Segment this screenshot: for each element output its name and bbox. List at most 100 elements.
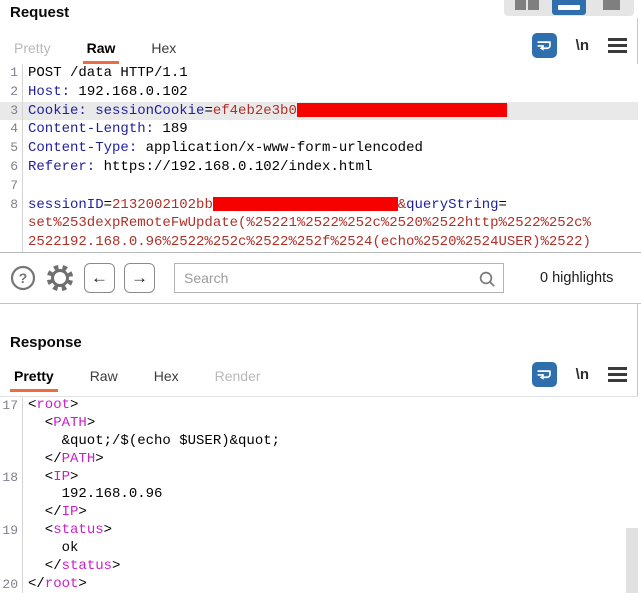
help-icon[interactable]: ?: [10, 265, 36, 291]
code-text: </: [28, 576, 45, 592]
code-line[interactable]: 19 <status>: [0, 522, 638, 540]
code-line[interactable]: 7: [0, 177, 638, 196]
line-number: [0, 415, 23, 433]
search-previous-button[interactable]: ←: [84, 263, 115, 293]
code-line[interactable]: &quot;/$(echo $USER)&quot;: [0, 433, 638, 451]
code-line[interactable]: 5Content-Type: application/x-www-form-ur…: [0, 139, 638, 158]
code-text: ef4eb2e3b0: [213, 103, 297, 119]
code-text: status: [62, 558, 112, 574]
code-line[interactable]: 2522192.168.0.96%2522%252c%2522%252f%252…: [0, 233, 638, 252]
line-number: 19: [0, 522, 23, 540]
code-line[interactable]: </PATH>: [0, 451, 638, 469]
code-line[interactable]: 17<root>: [0, 397, 638, 415]
code-text: root: [45, 576, 79, 592]
request-toolbar-icons: \n: [532, 33, 627, 58]
code-text: <: [28, 522, 53, 538]
columns-layout-icon: [528, 0, 539, 10]
code-text: =: [499, 197, 507, 213]
code-text: 192.168.0.96: [28, 486, 162, 502]
settings-gear-icon[interactable]: [45, 263, 75, 293]
code-line[interactable]: 20</root>: [0, 576, 638, 593]
code-line[interactable]: 192.168.0.96: [0, 486, 638, 504]
tab-pretty[interactable]: Pretty: [10, 366, 58, 392]
code-line[interactable]: </IP>: [0, 504, 638, 522]
line-number: 6: [0, 158, 23, 177]
line-number: 2: [0, 83, 23, 102]
code-text: IP: [53, 469, 70, 485]
word-wrap-icon[interactable]: [532, 33, 557, 58]
menu-icon[interactable]: [608, 367, 627, 382]
code-text: IP: [62, 504, 79, 520]
code-text: set%253dexpRemoteFwUpdate(%25221%2522%25…: [28, 215, 591, 231]
code-line[interactable]: 3Cookie: sessionCookie=ef4eb2e3b0: [0, 102, 638, 121]
redaction-block: [297, 103, 507, 117]
newline-toggle-icon[interactable]: \n: [576, 366, 589, 383]
code-text: =: [104, 197, 112, 213]
code-text: </: [28, 558, 62, 574]
response-editor[interactable]: 17<root> <PATH> &quot;/$(echo $USER)&quo…: [0, 396, 638, 593]
response-toolbar-icons: \n: [532, 362, 627, 387]
code-line[interactable]: 18 <IP>: [0, 469, 638, 487]
code-line[interactable]: 2Host: 192.168.0.102: [0, 83, 638, 102]
single-layout-button[interactable]: [594, 0, 628, 15]
code-text: PATH: [62, 451, 96, 467]
tab-render[interactable]: Render: [211, 366, 265, 392]
layout-toggle: [504, 0, 634, 16]
tab-raw[interactable]: Raw: [83, 38, 120, 64]
code-line[interactable]: </status>: [0, 558, 638, 576]
line-number: 18: [0, 469, 23, 487]
newline-toggle-icon[interactable]: \n: [576, 37, 589, 54]
line-number: [0, 233, 23, 252]
tab-pretty[interactable]: Pretty: [10, 38, 55, 64]
response-tabs: Pretty Raw Hex Render: [10, 366, 265, 392]
code-line[interactable]: 6Referer: https://192.168.0.102/index.ht…: [0, 158, 638, 177]
code-text: =: [204, 103, 212, 119]
code-text: POST /data HTTP/1.1: [28, 65, 188, 81]
code-text: </: [28, 451, 62, 467]
tab-raw[interactable]: Raw: [86, 366, 122, 392]
word-wrap-icon[interactable]: [532, 362, 557, 387]
line-number: [0, 504, 23, 522]
code-line[interactable]: set%253dexpRemoteFwUpdate(%25221%2522%25…: [0, 214, 638, 233]
code-line[interactable]: <PATH>: [0, 415, 638, 433]
code-line[interactable]: 8sessionID=2132002102bb&queryString=: [0, 196, 638, 215]
code-text: application/x-www-form-urlencoded: [137, 140, 423, 156]
request-tabs: Pretty Raw Hex: [10, 38, 180, 64]
search-input[interactable]: [175, 264, 503, 292]
columns-layout-button[interactable]: [510, 0, 544, 15]
stacked-layout-button[interactable]: [552, 0, 586, 15]
code-text: </: [28, 504, 62, 520]
menu-icon[interactable]: [608, 38, 627, 53]
code-text: Content-Type:: [28, 140, 137, 156]
columns-layout-icon: [515, 0, 526, 10]
tab-hex[interactable]: Hex: [150, 366, 183, 392]
line-number: 7: [0, 177, 23, 196]
code-text: Referer:: [28, 159, 95, 175]
line-number: [0, 486, 23, 504]
code-text: queryString: [406, 197, 498, 213]
code-text: sessionCookie: [95, 103, 204, 119]
tab-hex[interactable]: Hex: [147, 38, 180, 64]
search-box: [174, 263, 504, 293]
search-next-button[interactable]: →: [124, 263, 155, 293]
redaction-block: [213, 197, 398, 211]
line-number: [0, 451, 23, 469]
code-text: <: [28, 415, 53, 431]
request-editor[interactable]: 1POST /data HTTP/1.12Host: 192.168.0.102…: [0, 64, 638, 252]
code-line[interactable]: 1 POST /data HTTP/1.1: [0, 64, 638, 83]
code-text: >: [78, 576, 86, 592]
line-number: 1: [0, 64, 23, 83]
svg-text:?: ?: [19, 270, 28, 286]
scrollbar-thumb[interactable]: [626, 528, 638, 593]
message-editor-window: Request Pretty Raw Hex \n 1 POST /data HTTP…: [0, 0, 641, 593]
response-panel-title: Response: [10, 334, 82, 351]
request-panel-title: Request: [10, 4, 69, 21]
code-line[interactable]: 4Content-Length: 189: [0, 120, 638, 139]
code-line[interactable]: ok: [0, 540, 638, 558]
code-text: Host:: [28, 84, 70, 100]
line-number: 8: [0, 196, 23, 215]
code-text: Content-Length:: [28, 121, 154, 137]
line-number: [0, 433, 23, 451]
code-text: <: [28, 469, 53, 485]
search-icon: [478, 270, 496, 288]
